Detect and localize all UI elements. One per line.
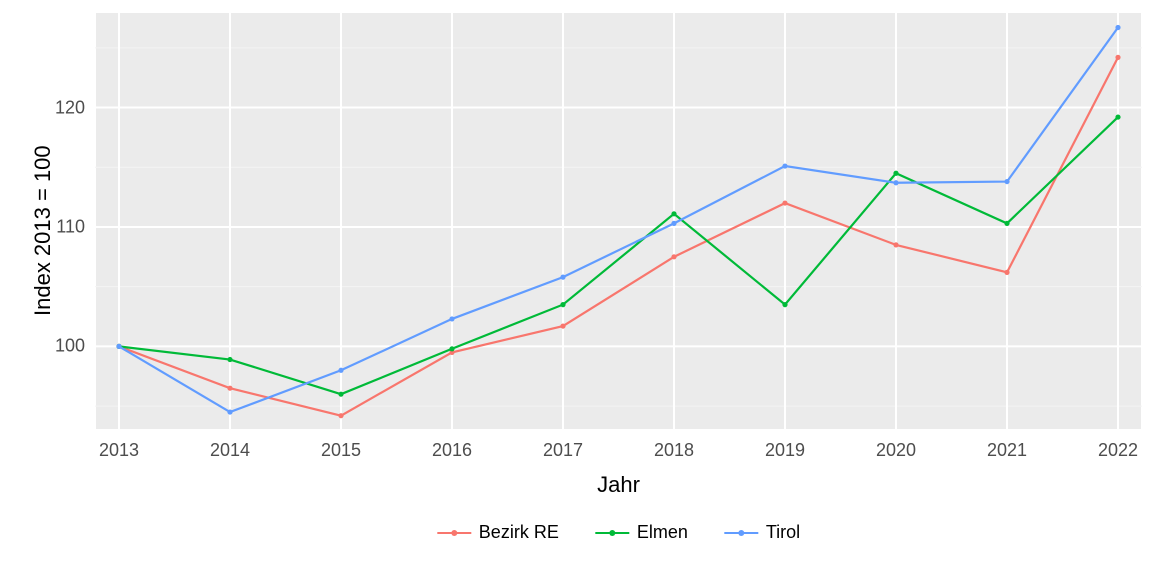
legend-label: Tirol [766, 522, 800, 543]
x-tick-label: 2020 [876, 440, 916, 461]
y-tick-label: 100 [55, 336, 85, 357]
legend-item: Bezirk RE [437, 522, 559, 543]
legend-swatch-icon [595, 526, 629, 540]
legend-item: Tirol [724, 522, 800, 543]
series-line [119, 117, 1118, 394]
series-point [338, 368, 343, 373]
series-point [782, 200, 787, 205]
series-point [227, 386, 232, 391]
plot-svg [0, 0, 1152, 576]
series-point [1004, 221, 1009, 226]
x-tick-label: 2014 [210, 440, 250, 461]
legend-label: Bezirk RE [479, 522, 559, 543]
series-point [782, 302, 787, 307]
x-tick-label: 2017 [543, 440, 583, 461]
series-point [1004, 270, 1009, 275]
x-tick-label: 2016 [432, 440, 472, 461]
series-point [449, 316, 454, 321]
legend: Bezirk RE Elmen Tirol [437, 522, 800, 543]
series-point [449, 346, 454, 351]
series-point [893, 242, 898, 247]
x-tick-label: 2018 [654, 440, 694, 461]
series-point [1115, 55, 1120, 60]
legend-label: Elmen [637, 522, 688, 543]
series-line [119, 57, 1118, 415]
series-point [1004, 179, 1009, 184]
series-point [560, 275, 565, 280]
x-tick-label: 2015 [321, 440, 361, 461]
series-point [338, 392, 343, 397]
x-axis-title: Jahr [597, 472, 640, 498]
x-tick-label: 2022 [1098, 440, 1138, 461]
x-tick-label: 2013 [99, 440, 139, 461]
series-point [782, 163, 787, 168]
series-point [1115, 114, 1120, 119]
series-point [227, 409, 232, 414]
series-point [671, 254, 676, 259]
series-point [671, 221, 676, 226]
series-point [560, 323, 565, 328]
series-point [893, 171, 898, 176]
y-tick-label: 110 [56, 216, 85, 237]
series-point [1115, 25, 1120, 30]
series-point [116, 344, 121, 349]
legend-swatch-icon [437, 526, 471, 540]
y-axis-title: Index 2013 = 100 [30, 145, 56, 316]
y-tick-label: 120 [55, 97, 85, 118]
legend-swatch-icon [724, 526, 758, 540]
series-point [893, 180, 898, 185]
series-point [671, 211, 676, 216]
legend-item: Elmen [595, 522, 688, 543]
series-point [227, 357, 232, 362]
series-point [338, 413, 343, 418]
x-tick-label: 2019 [765, 440, 805, 461]
series-line [119, 28, 1118, 413]
chart-container: Index 2013 = 100 Jahr 2013 2014 2015 2016 20… [0, 0, 1152, 576]
series-point [560, 302, 565, 307]
x-tick-label: 2021 [987, 440, 1027, 461]
